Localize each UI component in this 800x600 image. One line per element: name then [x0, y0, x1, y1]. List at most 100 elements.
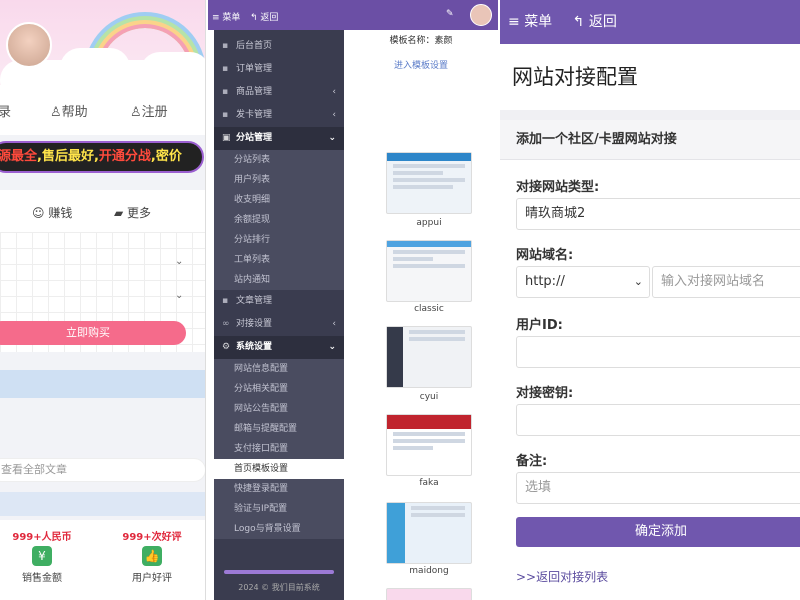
template-name-maidong: maidong — [409, 566, 449, 576]
template-thumb-faka[interactable] — [386, 414, 472, 476]
template-name-cyui: cyui — [419, 392, 439, 402]
sidebar-subitem[interactable]: 网站信息配置 — [214, 359, 344, 379]
notice-bar — [0, 370, 205, 398]
sidebar-subitem[interactable]: 分站相关配置 — [214, 379, 344, 399]
marquee-banner: 源最全,售后最好,开通分战,密价 — [0, 141, 204, 173]
template-thumb-classic[interactable] — [386, 240, 472, 302]
template-thumb-next[interactable] — [386, 588, 472, 600]
back-to-list-link[interactable]: >>返回对接列表 — [516, 568, 608, 585]
money-icon: ¥ — [32, 546, 52, 566]
protocol-select[interactable]: http://⌄ — [516, 266, 650, 298]
avatar[interactable] — [6, 22, 52, 68]
sidebar-item-active[interactable]: ▣ 分站管理 ⌄ — [214, 127, 344, 150]
buy-button[interactable]: 立即购买 — [0, 321, 186, 345]
sidebar-item[interactable]: ▪ 文章管理 — [214, 290, 344, 313]
chevron-down-icon: ⌄ — [633, 275, 643, 288]
sidebar-item-active[interactable]: ⚙ 系统设置 ⌄ — [214, 336, 344, 359]
sidebar-item[interactable]: ▪ 商品管理 ‹ — [214, 81, 344, 104]
sidebar-subitem[interactable]: 网站公告配置 — [214, 399, 344, 419]
chevron-left-icon: ‹ — [332, 87, 336, 97]
rating-stat: 999+次好评 👍 用户好评 — [122, 532, 182, 584]
collage: 录 ♙帮助 ♙注册 源最全,售后最好,开通分战,密价 ☺ 赚钱 ▰ 更多 ⌄ ⌄… — [0, 0, 800, 600]
register-link[interactable]: ♙注册 — [130, 101, 168, 120]
sidebar-subitem[interactable]: 收支明细 — [214, 190, 344, 210]
sidebar-item[interactable]: ▪ 订单管理 — [214, 58, 344, 81]
menu-button[interactable]: ≡ 菜单 — [508, 14, 552, 30]
file-icon: ▪ — [222, 296, 229, 306]
template-list: 模板名称：素颜 进入模板设置 appui classic cyui faka m… — [344, 30, 498, 600]
login-link[interactable]: 录 — [0, 101, 11, 120]
list-icon: ▪ — [222, 64, 229, 74]
home-icon: ▪ — [222, 41, 229, 51]
chevron-down-icon: ⌄ — [328, 342, 336, 352]
chevron-left-icon: ‹ — [332, 110, 336, 120]
site-connect-config: ≡ 菜单 ↰ 返回 网站对接配置 添加一个社区/卡盟网站对接 对接网站类型: 晴… — [500, 0, 800, 600]
enter-template-link[interactable]: 进入模板设置 — [344, 58, 498, 71]
chevron-left-icon: ‹ — [332, 319, 336, 329]
sidebar-subitem[interactable]: Logo与背景设置 — [214, 519, 344, 539]
sidebar-subitem[interactable]: 站内通知 — [214, 270, 344, 290]
key-input[interactable] — [516, 404, 800, 436]
template-name: 模板名称：素颜 — [389, 36, 453, 46]
more-link[interactable]: ▰ 更多 — [114, 204, 151, 221]
menu-icon: ≡ — [508, 14, 520, 30]
hero-banner — [0, 0, 205, 85]
sidebar-subitem[interactable]: 邮箱与提醒配置 — [214, 419, 344, 439]
sidebar-subitem[interactable]: 分站排行 — [214, 230, 344, 250]
sidebar-item[interactable]: ▪ 后台首页 — [214, 35, 344, 58]
chevron-down-icon[interactable]: ⌄ — [175, 290, 183, 301]
submit-button[interactable]: 确定添加 — [516, 517, 800, 547]
template-name-classic: classic — [414, 304, 444, 314]
sidebar-subitem[interactable]: 工单列表 — [214, 250, 344, 270]
sidebar-subitem[interactable]: 分站列表 — [214, 150, 344, 170]
back-button[interactable]: ↰ 返回 — [250, 10, 278, 23]
view-all-articles[interactable]: 查看全部文章 — [0, 458, 205, 482]
menu-button[interactable]: ≡ 菜单 — [212, 10, 240, 23]
userid-input[interactable] — [516, 336, 800, 368]
footer-bar — [224, 570, 334, 574]
gear-icon: ⚙ — [222, 342, 231, 352]
quick-menu: ☺ 赚钱 ▰ 更多 — [0, 190, 205, 232]
mobile-shop-panel: 录 ♙帮助 ♙注册 源最全,售后最好,开通分战,密价 ☺ 赚钱 ▰ 更多 ⌄ ⌄… — [0, 0, 206, 600]
earn-link[interactable]: ☺ 赚钱 — [32, 204, 72, 221]
sitemap-icon: ▣ — [222, 133, 231, 143]
domain-label: 网站域名: — [516, 248, 574, 263]
avatar[interactable] — [470, 4, 492, 26]
template-name-appui: appui — [416, 218, 442, 228]
help-link[interactable]: ♙帮助 — [50, 101, 88, 120]
sidebar-subitem[interactable]: 快捷登录配置 — [214, 479, 344, 499]
config-topbar: ≡ 菜单 ↰ 返回 — [500, 0, 800, 44]
template-thumb-maidong[interactable] — [386, 502, 472, 564]
sidebar-item[interactable]: ▪ 发卡管理 ‹ — [214, 104, 344, 127]
template-thumb-cyui[interactable] — [386, 326, 472, 388]
template-name-faka: faka — [419, 478, 439, 488]
user-links: 录 ♙帮助 ♙注册 — [0, 85, 205, 135]
key-label: 对接密钥: — [516, 386, 574, 401]
wrench-icon[interactable]: ✎ — [446, 9, 454, 19]
chevron-down-icon[interactable]: ⌄ — [175, 256, 183, 267]
remark-input[interactable]: 选填 — [516, 472, 800, 504]
sidebar-subitem[interactable]: 余额提现 — [214, 210, 344, 230]
back-button[interactable]: ↰ 返回 — [573, 14, 617, 30]
type-select[interactable]: 晴玖商城2 — [516, 198, 800, 230]
sales-stat: 999+人民币 ¥ 销售金额 — [12, 532, 72, 584]
template-thumb-appui[interactable] — [386, 152, 472, 214]
box-icon: ▪ — [222, 87, 229, 97]
menu-icon: ≡ — [212, 13, 220, 23]
thumbs-up-icon: 👍 — [142, 546, 162, 566]
user-icon: ♙ — [50, 104, 62, 120]
sidebar-subitem[interactable]: 验证与IP配置 — [214, 499, 344, 519]
admin-panel: ≡ 菜单 ↰ 返回 ✎ ▪ 后台首页 ▪ 订单管理 ▪ 商品管理 ‹ ▪ 发卡管理 ‹ ▣ 分… — [208, 0, 498, 600]
domain-input[interactable]: 输入对接网站域名 — [652, 266, 800, 298]
section-divider — [0, 492, 205, 516]
page-title: 网站对接配置 — [500, 44, 800, 110]
type-label: 对接网站类型: — [516, 180, 600, 195]
sidebar-item[interactable]: ∞ 对接设置 ‹ — [214, 313, 344, 336]
remark-label: 备注: — [516, 454, 548, 469]
link-icon: ∞ — [222, 319, 230, 329]
sidebar-subitem-current[interactable]: 首页模板设置 — [214, 459, 344, 479]
card-icon: ▪ — [222, 110, 229, 120]
sidebar-subitem[interactable]: 支付接口配置 — [214, 439, 344, 459]
admin-topbar: ≡ 菜单 ↰ 返回 ✎ — [208, 0, 498, 30]
sidebar-subitem[interactable]: 用户列表 — [214, 170, 344, 190]
